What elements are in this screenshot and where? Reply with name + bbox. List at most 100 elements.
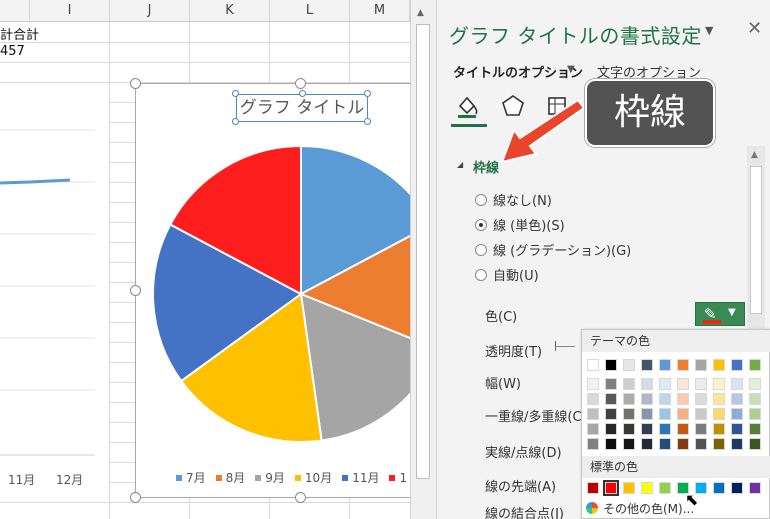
legend-item[interactable]: 1 — [389, 471, 407, 485]
theme-shade-swatch[interactable] — [695, 378, 707, 390]
radio-button[interactable] — [475, 194, 487, 206]
theme-shade-swatch[interactable] — [659, 423, 671, 435]
theme-shade-swatch[interactable] — [659, 408, 671, 420]
title-handle[interactable] — [299, 90, 306, 97]
cell-total-label[interactable]: 計合計 — [0, 24, 39, 43]
theme-shade-swatch[interactable] — [623, 438, 635, 450]
theme-shade-swatch[interactable] — [677, 378, 689, 390]
legend-item[interactable]: 8月 — [215, 469, 245, 486]
transparency-slider-track[interactable] — [555, 346, 575, 347]
theme-color-swatch[interactable] — [749, 359, 761, 371]
tab-title-options-caret-icon[interactable]: ▼ — [567, 64, 575, 75]
more-colors-option[interactable]: その他の色(M)... — [586, 500, 694, 517]
theme-shade-swatch[interactable] — [587, 438, 599, 450]
transparency-slider-thumb[interactable] — [555, 341, 556, 351]
standard-color-swatch[interactable] — [749, 482, 761, 494]
resize-handle-top-left[interactable] — [130, 78, 141, 89]
theme-shade-swatch[interactable] — [605, 423, 617, 435]
theme-shade-swatch[interactable] — [713, 423, 725, 435]
theme-color-swatch[interactable] — [587, 359, 599, 371]
scroll-up-arrow-icon[interactable]: ▲ — [751, 150, 758, 160]
line-color-button[interactable]: ✎ ▼ — [695, 302, 745, 326]
theme-shade-swatch[interactable] — [731, 438, 743, 450]
column-header-l[interactable]: L — [270, 0, 350, 22]
resize-handle-left[interactable] — [130, 285, 141, 296]
column-header-i[interactable]: I — [30, 0, 110, 22]
theme-shade-swatch[interactable] — [587, 423, 599, 435]
standard-color-swatch[interactable] — [587, 482, 599, 494]
theme-shade-swatch[interactable] — [659, 393, 671, 405]
theme-shade-swatch[interactable] — [713, 408, 725, 420]
scroll-thumb[interactable] — [416, 24, 430, 479]
column-header-j[interactable]: J — [110, 0, 190, 22]
standard-color-swatch[interactable] — [677, 482, 689, 494]
theme-shade-swatch[interactable] — [731, 408, 743, 420]
standard-color-swatch[interactable] — [603, 480, 619, 496]
chart-title[interactable]: グラフ タイトル — [236, 94, 368, 122]
fill-line-icon[interactable] — [453, 92, 481, 120]
theme-shade-swatch[interactable] — [605, 378, 617, 390]
column-header-h[interactable] — [0, 0, 30, 22]
theme-shade-swatch[interactable] — [605, 393, 617, 405]
radio-solid-line[interactable]: 線 (単色)(S) — [475, 215, 565, 234]
worksheet[interactable]: I J K L M 計合計 457 11月 12月 グラフ タイトル 7月 8月… — [0, 0, 436, 519]
title-handle[interactable] — [364, 118, 371, 125]
theme-color-swatch[interactable] — [713, 359, 725, 371]
standard-color-swatch[interactable] — [731, 482, 743, 494]
cell-total-value[interactable]: 457 — [0, 44, 25, 59]
standard-color-swatch[interactable] — [713, 482, 725, 494]
section-collapse-caret-icon[interactable]: ◢ — [457, 160, 463, 169]
theme-shade-swatch[interactable] — [641, 423, 653, 435]
theme-shade-swatch[interactable] — [605, 438, 617, 450]
theme-shade-swatch[interactable] — [659, 378, 671, 390]
theme-shade-swatch[interactable] — [713, 438, 725, 450]
resize-handle-bottom[interactable] — [295, 492, 306, 503]
legend-item[interactable]: 7月 — [176, 469, 206, 486]
theme-color-swatch[interactable] — [731, 359, 743, 371]
theme-color-swatch[interactable] — [659, 359, 671, 371]
radio-gradient-line[interactable]: 線 (グラデーション)(G) — [475, 240, 631, 259]
theme-shade-swatch[interactable] — [713, 378, 725, 390]
theme-shade-swatch[interactable] — [695, 423, 707, 435]
radio-no-line[interactable]: 線なし(N) — [475, 190, 552, 209]
legend-item[interactable]: 11月 — [342, 469, 379, 486]
theme-color-swatch[interactable] — [695, 359, 707, 371]
theme-color-swatch[interactable] — [605, 359, 617, 371]
theme-color-swatch[interactable] — [677, 359, 689, 371]
theme-shade-swatch[interactable] — [587, 378, 599, 390]
radio-automatic[interactable]: 自動(U) — [475, 265, 539, 284]
theme-color-swatch[interactable] — [623, 359, 635, 371]
theme-shade-swatch[interactable] — [641, 393, 653, 405]
resize-handle-top[interactable] — [295, 78, 306, 89]
theme-shade-swatch[interactable] — [623, 408, 635, 420]
standard-color-swatch[interactable] — [659, 482, 671, 494]
section-border-header[interactable]: 枠線 — [473, 157, 499, 176]
title-handle[interactable] — [232, 90, 239, 97]
theme-shade-swatch[interactable] — [677, 393, 689, 405]
theme-shade-swatch[interactable] — [641, 438, 653, 450]
theme-shade-swatch[interactable] — [749, 423, 761, 435]
theme-shade-swatch[interactable] — [695, 408, 707, 420]
theme-shade-swatch[interactable] — [713, 393, 725, 405]
theme-shade-swatch[interactable] — [641, 378, 653, 390]
resize-handle-bottom-left[interactable] — [130, 492, 141, 503]
theme-shade-swatch[interactable] — [623, 423, 635, 435]
scroll-up-arrow-icon[interactable]: ▲ — [417, 8, 424, 18]
theme-shade-swatch[interactable] — [695, 393, 707, 405]
sheet-vertical-scrollbar[interactable]: ▲ — [410, 0, 436, 519]
theme-shade-swatch[interactable] — [587, 408, 599, 420]
chart-legend[interactable]: 7月 8月 9月 10月 11月 1 — [176, 469, 436, 486]
theme-shade-swatch[interactable] — [605, 408, 617, 420]
pane-options-dropdown-icon[interactable]: ▼ — [705, 24, 713, 37]
line-chart-fragment[interactable] — [0, 100, 110, 500]
theme-shade-swatch[interactable] — [677, 408, 689, 420]
theme-shade-swatch[interactable] — [749, 438, 761, 450]
radio-button[interactable] — [475, 244, 487, 256]
pane-close-icon[interactable]: ✕ — [747, 18, 762, 39]
tab-title-options[interactable]: タイトルのオプション — [453, 62, 583, 81]
standard-color-swatch[interactable] — [623, 482, 635, 494]
column-header-m[interactable]: M — [350, 0, 410, 22]
theme-shade-swatch[interactable] — [677, 438, 689, 450]
theme-shade-swatch[interactable] — [623, 378, 635, 390]
theme-shade-swatch[interactable] — [623, 393, 635, 405]
